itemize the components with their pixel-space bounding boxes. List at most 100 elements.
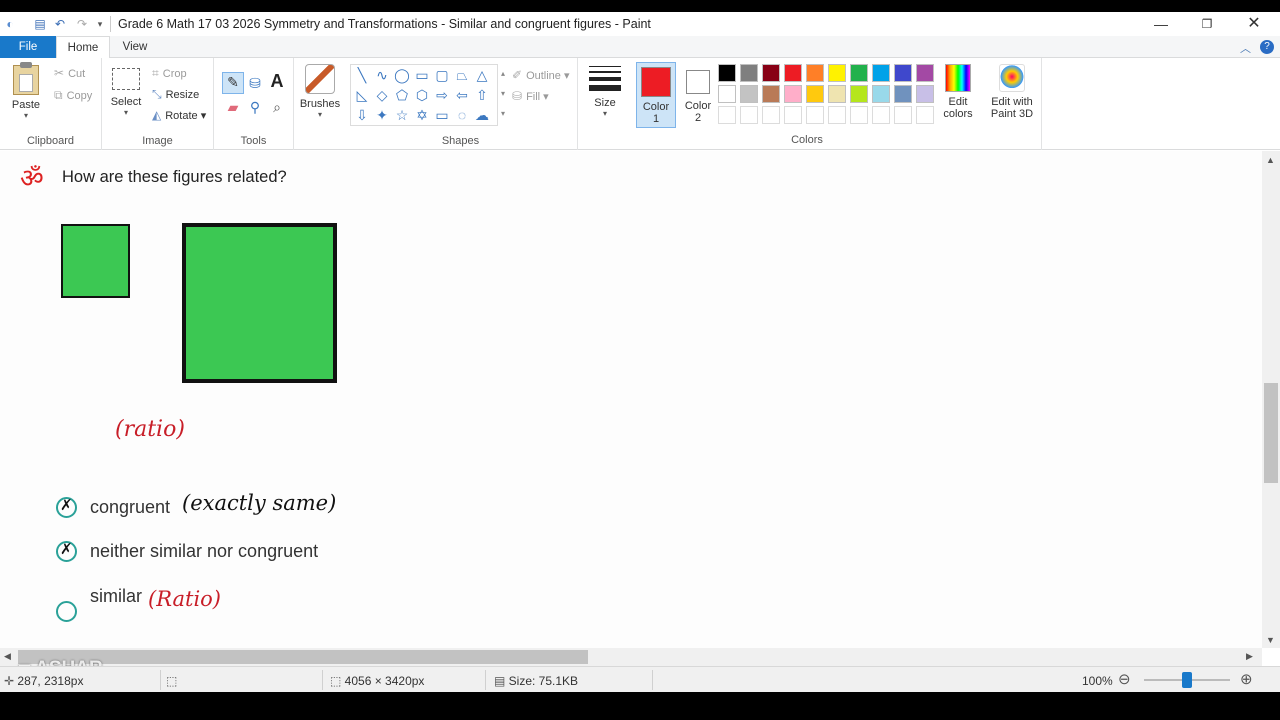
- option-similar-label[interactable]: similar: [90, 586, 142, 607]
- color-swatch[interactable]: [872, 106, 890, 124]
- color-swatch[interactable]: [762, 85, 780, 103]
- magnifier-icon[interactable]: ⌕: [268, 98, 286, 116]
- five-point-star-icon[interactable]: ☆: [393, 106, 411, 124]
- zoom-in-button[interactable]: ⊕: [1240, 670, 1253, 688]
- color-swatch[interactable]: [916, 64, 934, 82]
- cut-button[interactable]: ✂ Cut: [54, 66, 85, 80]
- color-swatch[interactable]: [828, 64, 846, 82]
- color-swatch[interactable]: [718, 106, 736, 124]
- save-icon[interactable]: ▤: [32, 16, 48, 32]
- color-swatch[interactable]: [916, 106, 934, 124]
- color-swatch[interactable]: [784, 85, 802, 103]
- help-icon[interactable]: ?: [1260, 40, 1274, 54]
- scroll-down-icon[interactable]: ▼: [1266, 635, 1275, 645]
- color-swatch[interactable]: [806, 85, 824, 103]
- collapse-ribbon-icon[interactable]: ︿: [1240, 40, 1251, 56]
- eraser-icon[interactable]: ▰: [224, 98, 242, 116]
- tab-home[interactable]: Home: [56, 36, 110, 59]
- color-swatch[interactable]: [850, 64, 868, 82]
- pentagon-shape-icon[interactable]: ⬠: [393, 86, 411, 104]
- color-swatch[interactable]: [740, 106, 758, 124]
- color-swatch[interactable]: [762, 64, 780, 82]
- brushes-button[interactable]: Brushes ▾: [298, 62, 342, 119]
- color-swatch[interactable]: [894, 64, 912, 82]
- vertical-scroll-thumb[interactable]: [1264, 383, 1278, 483]
- color-swatch[interactable]: [894, 106, 912, 124]
- color-swatch[interactable]: [872, 64, 890, 82]
- curve-shape-icon[interactable]: ∿: [373, 66, 391, 84]
- paint-app-icon[interactable]: ◐: [2, 16, 18, 32]
- crop-button[interactable]: ⌗ Crop: [152, 66, 187, 81]
- callout-rect-icon[interactable]: ▭: [433, 106, 451, 124]
- customize-toolbar-icon[interactable]: ▾: [92, 16, 108, 32]
- right-arrow-shape-icon[interactable]: ⇨: [433, 86, 451, 104]
- color-swatch[interactable]: [806, 106, 824, 124]
- edit-colors-button[interactable]: Edit colors: [938, 64, 978, 120]
- zoom-slider-thumb[interactable]: [1182, 672, 1192, 688]
- file-tab[interactable]: File: [0, 36, 56, 58]
- outline-button[interactable]: ✐ Outline ▾: [512, 68, 570, 82]
- restore-button[interactable]: ❐: [1184, 12, 1230, 36]
- polygon-shape-icon[interactable]: ⏢: [453, 66, 471, 84]
- close-button[interactable]: ✕: [1231, 12, 1277, 36]
- color-swatch[interactable]: [850, 85, 868, 103]
- rectangle-shape-icon[interactable]: ▭: [413, 66, 431, 84]
- color2-button[interactable]: Color 2: [678, 62, 718, 128]
- color-swatch[interactable]: [894, 85, 912, 103]
- pencil-icon[interactable]: ✎: [222, 72, 244, 94]
- triangle-shape-icon[interactable]: △: [473, 66, 491, 84]
- color-swatch[interactable]: [762, 106, 780, 124]
- vertical-scrollbar[interactable]: ▲ ▼: [1262, 151, 1280, 648]
- option-congruent-radio[interactable]: ✗: [56, 496, 77, 518]
- rounded-rectangle-shape-icon[interactable]: ▢: [433, 66, 451, 84]
- color-swatch[interactable]: [784, 64, 802, 82]
- canvas[interactable]: ॐ How are these figures related? (ratio)…: [0, 151, 1262, 648]
- down-arrow-shape-icon[interactable]: ⇩: [353, 106, 371, 124]
- rotate-button[interactable]: ◭ Rotate ▾: [152, 108, 206, 122]
- oval-shape-icon[interactable]: ◯: [393, 66, 411, 84]
- resize-button[interactable]: ⤡ Resize: [152, 87, 199, 102]
- diamond-shape-icon[interactable]: ◇: [373, 86, 391, 104]
- option-neither-label[interactable]: neither similar nor congruent: [90, 541, 318, 562]
- scroll-up-icon[interactable]: ▲: [1266, 155, 1275, 165]
- tab-view[interactable]: View: [112, 36, 158, 58]
- zoom-out-button[interactable]: ⊖: [1118, 670, 1131, 688]
- up-arrow-shape-icon[interactable]: ⇧: [473, 86, 491, 104]
- color-swatch[interactable]: [916, 85, 934, 103]
- select-button[interactable]: Select ▾: [108, 66, 144, 117]
- option-neither-radio[interactable]: ✗: [56, 540, 77, 562]
- color-swatch[interactable]: [718, 85, 736, 103]
- left-arrow-shape-icon[interactable]: ⇦: [453, 86, 471, 104]
- color-swatch[interactable]: [806, 64, 824, 82]
- color-swatch[interactable]: [828, 106, 846, 124]
- four-point-star-icon[interactable]: ✦: [373, 106, 391, 124]
- copy-button[interactable]: ⧉ Copy: [54, 88, 92, 103]
- option-congruent-label[interactable]: congruent: [90, 497, 170, 518]
- callout-cloud-icon[interactable]: ☁: [473, 106, 491, 124]
- color-swatch[interactable]: [718, 64, 736, 82]
- color-swatch[interactable]: [872, 85, 890, 103]
- minimize-button[interactable]: —: [1138, 12, 1184, 36]
- fill-bucket-icon[interactable]: ⛁: [246, 74, 264, 92]
- edit-with-paint3d-button[interactable]: Edit with Paint 3D: [986, 64, 1038, 120]
- color-swatch[interactable]: [740, 85, 758, 103]
- paste-button[interactable]: Paste ▾: [6, 62, 46, 120]
- option-similar-radio[interactable]: [56, 601, 77, 622]
- line-shape-icon[interactable]: ╲: [353, 66, 371, 84]
- color1-button[interactable]: Color 1: [636, 62, 676, 128]
- color-swatch[interactable]: [740, 64, 758, 82]
- size-button[interactable]: Size ▾: [586, 66, 624, 118]
- shapes-scroll[interactable]: ▴ ▾ ▾: [498, 64, 508, 126]
- color-picker-icon[interactable]: ⚲: [246, 98, 264, 116]
- color-swatch[interactable]: [784, 106, 802, 124]
- right-triangle-shape-icon[interactable]: ◺: [353, 86, 371, 104]
- callout-oval-icon[interactable]: ◌: [453, 106, 471, 124]
- redo-icon[interactable]: ↷: [74, 16, 90, 32]
- six-point-star-icon[interactable]: ✡: [413, 106, 431, 124]
- undo-icon[interactable]: ↶: [52, 16, 68, 32]
- horizontal-scroll-thumb[interactable]: [18, 650, 588, 664]
- scroll-right-icon[interactable]: ▶: [1246, 651, 1253, 662]
- color-swatch[interactable]: [850, 106, 868, 124]
- fill-button[interactable]: ⛁ Fill ▾: [512, 89, 549, 103]
- horizontal-scrollbar[interactable]: ◀ ▶: [0, 648, 1262, 666]
